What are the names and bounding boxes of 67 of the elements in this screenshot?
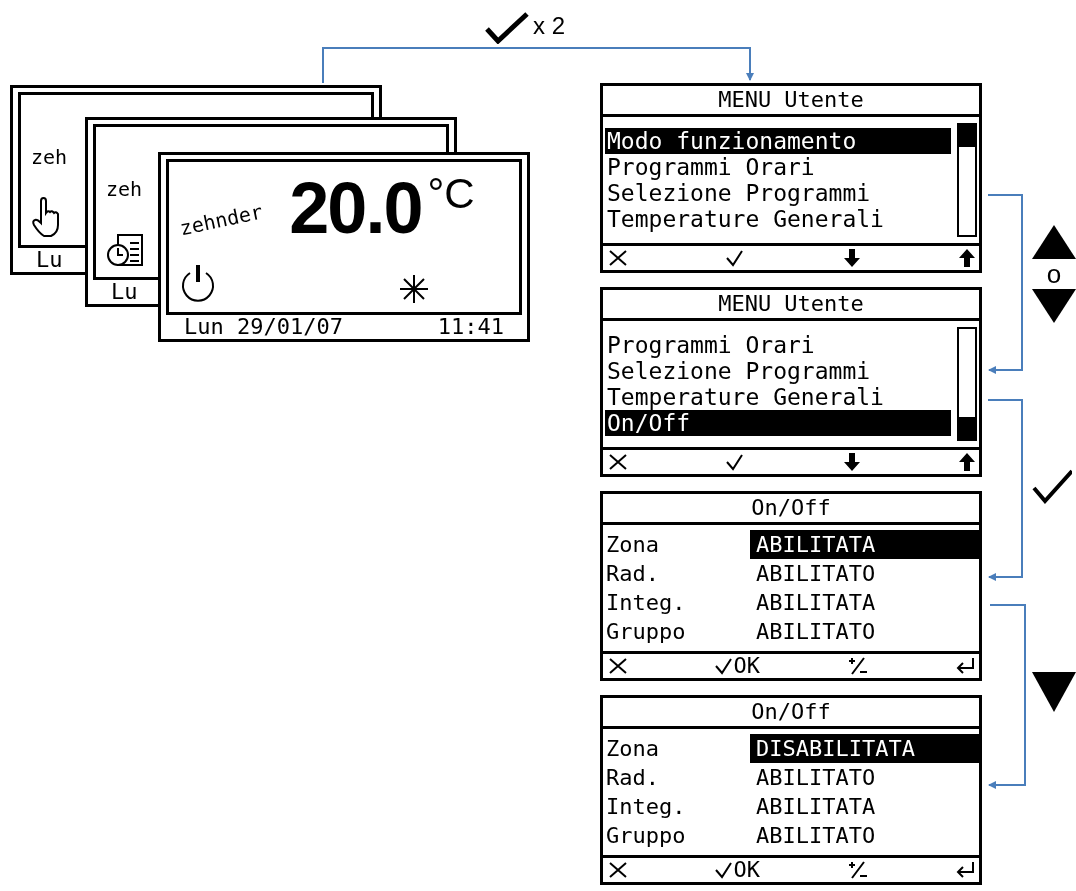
enter-icon[interactable] <box>955 861 975 879</box>
menu-item[interactable]: On/Off <box>605 410 951 436</box>
cancel-icon[interactable] <box>609 862 627 878</box>
setting-value[interactable]: ABILITATA <box>750 792 979 821</box>
screen-title: On/Off <box>603 494 979 525</box>
power-icon <box>179 264 217 304</box>
setting-value[interactable]: ABILITATA <box>750 530 979 559</box>
ok-label[interactable]: OK <box>733 859 760 881</box>
plus-minus-icon[interactable] <box>847 861 868 879</box>
menu-item[interactable]: Programmi Orari <box>605 154 951 180</box>
clock-calendar-icon <box>106 233 144 269</box>
up-arrow-icon[interactable] <box>959 453 975 471</box>
plus-minus-icon[interactable] <box>847 657 868 675</box>
check-icon[interactable] <box>726 249 745 267</box>
scrollbar[interactable] <box>957 327 977 441</box>
date-text: Lun 29/01/07 <box>184 315 343 339</box>
menu-item[interactable]: Selezione Programmi <box>605 358 951 384</box>
down-arrow-icon[interactable] <box>843 249 860 267</box>
setting-value[interactable]: DISABILITATA <box>750 734 979 763</box>
setting-label: Rad. <box>605 560 660 588</box>
menu-item[interactable]: Selezione Programmi <box>605 180 951 206</box>
date-text: Lu <box>111 280 138 304</box>
screen-title: MENU Utente <box>603 290 979 321</box>
setting-label: Zona <box>605 531 660 559</box>
check-icon[interactable] <box>714 657 733 675</box>
down-triangle-icon <box>1032 289 1076 323</box>
setting-value[interactable]: ABILITATO <box>750 617 979 646</box>
temperature-unit: °C <box>427 170 475 218</box>
setting-label: Integ. <box>605 793 687 821</box>
temperature-value: 20.0 <box>289 170 422 246</box>
up-triangle-icon <box>1032 225 1076 259</box>
down-arrow-icon[interactable] <box>843 453 860 471</box>
setting-value[interactable]: ABILITATO <box>750 559 979 588</box>
logo-text: zeh <box>106 177 144 201</box>
down-triangle-icon <box>1032 672 1076 712</box>
scrollbar[interactable] <box>957 123 977 237</box>
cancel-icon[interactable] <box>609 454 627 470</box>
setting-value[interactable]: ABILITATO <box>750 821 979 850</box>
menu-item[interactable]: Modo funzionamento <box>605 128 951 154</box>
setting-label: Zona <box>605 735 660 763</box>
setting-label: Gruppo <box>605 618 687 646</box>
logo-text: zeh <box>31 145 69 169</box>
check-icon <box>1032 468 1072 504</box>
date-text: Lu <box>36 248 63 272</box>
or-text: o <box>1046 259 1062 289</box>
check-icon[interactable] <box>714 861 733 879</box>
check-icon[interactable] <box>726 453 745 471</box>
screen-title: On/Off <box>603 698 979 729</box>
ok-label[interactable]: OK <box>733 655 760 677</box>
setting-value[interactable]: ABILITATO <box>750 763 979 792</box>
setting-label: Rad. <box>605 764 660 792</box>
setting-label: Gruppo <box>605 822 687 850</box>
check-icon <box>485 12 529 44</box>
time-text: 11:41 <box>437 315 504 339</box>
snowflake-icon <box>399 274 429 304</box>
cancel-icon[interactable] <box>609 658 627 674</box>
screen-title: MENU Utente <box>603 86 979 117</box>
menu-item[interactable]: Temperature Generali <box>605 384 951 410</box>
enter-icon[interactable] <box>955 657 975 675</box>
repeat-count: x 2 <box>533 12 565 40</box>
menu-item[interactable]: Programmi Orari <box>605 332 951 358</box>
menu-item[interactable]: Temperature Generali <box>605 206 951 232</box>
setting-value[interactable]: ABILITATA <box>750 588 979 617</box>
logo-text: zehnder <box>177 199 265 241</box>
cancel-icon[interactable] <box>609 250 627 266</box>
setting-label: Integ. <box>605 589 687 617</box>
up-arrow-icon[interactable] <box>959 249 975 267</box>
